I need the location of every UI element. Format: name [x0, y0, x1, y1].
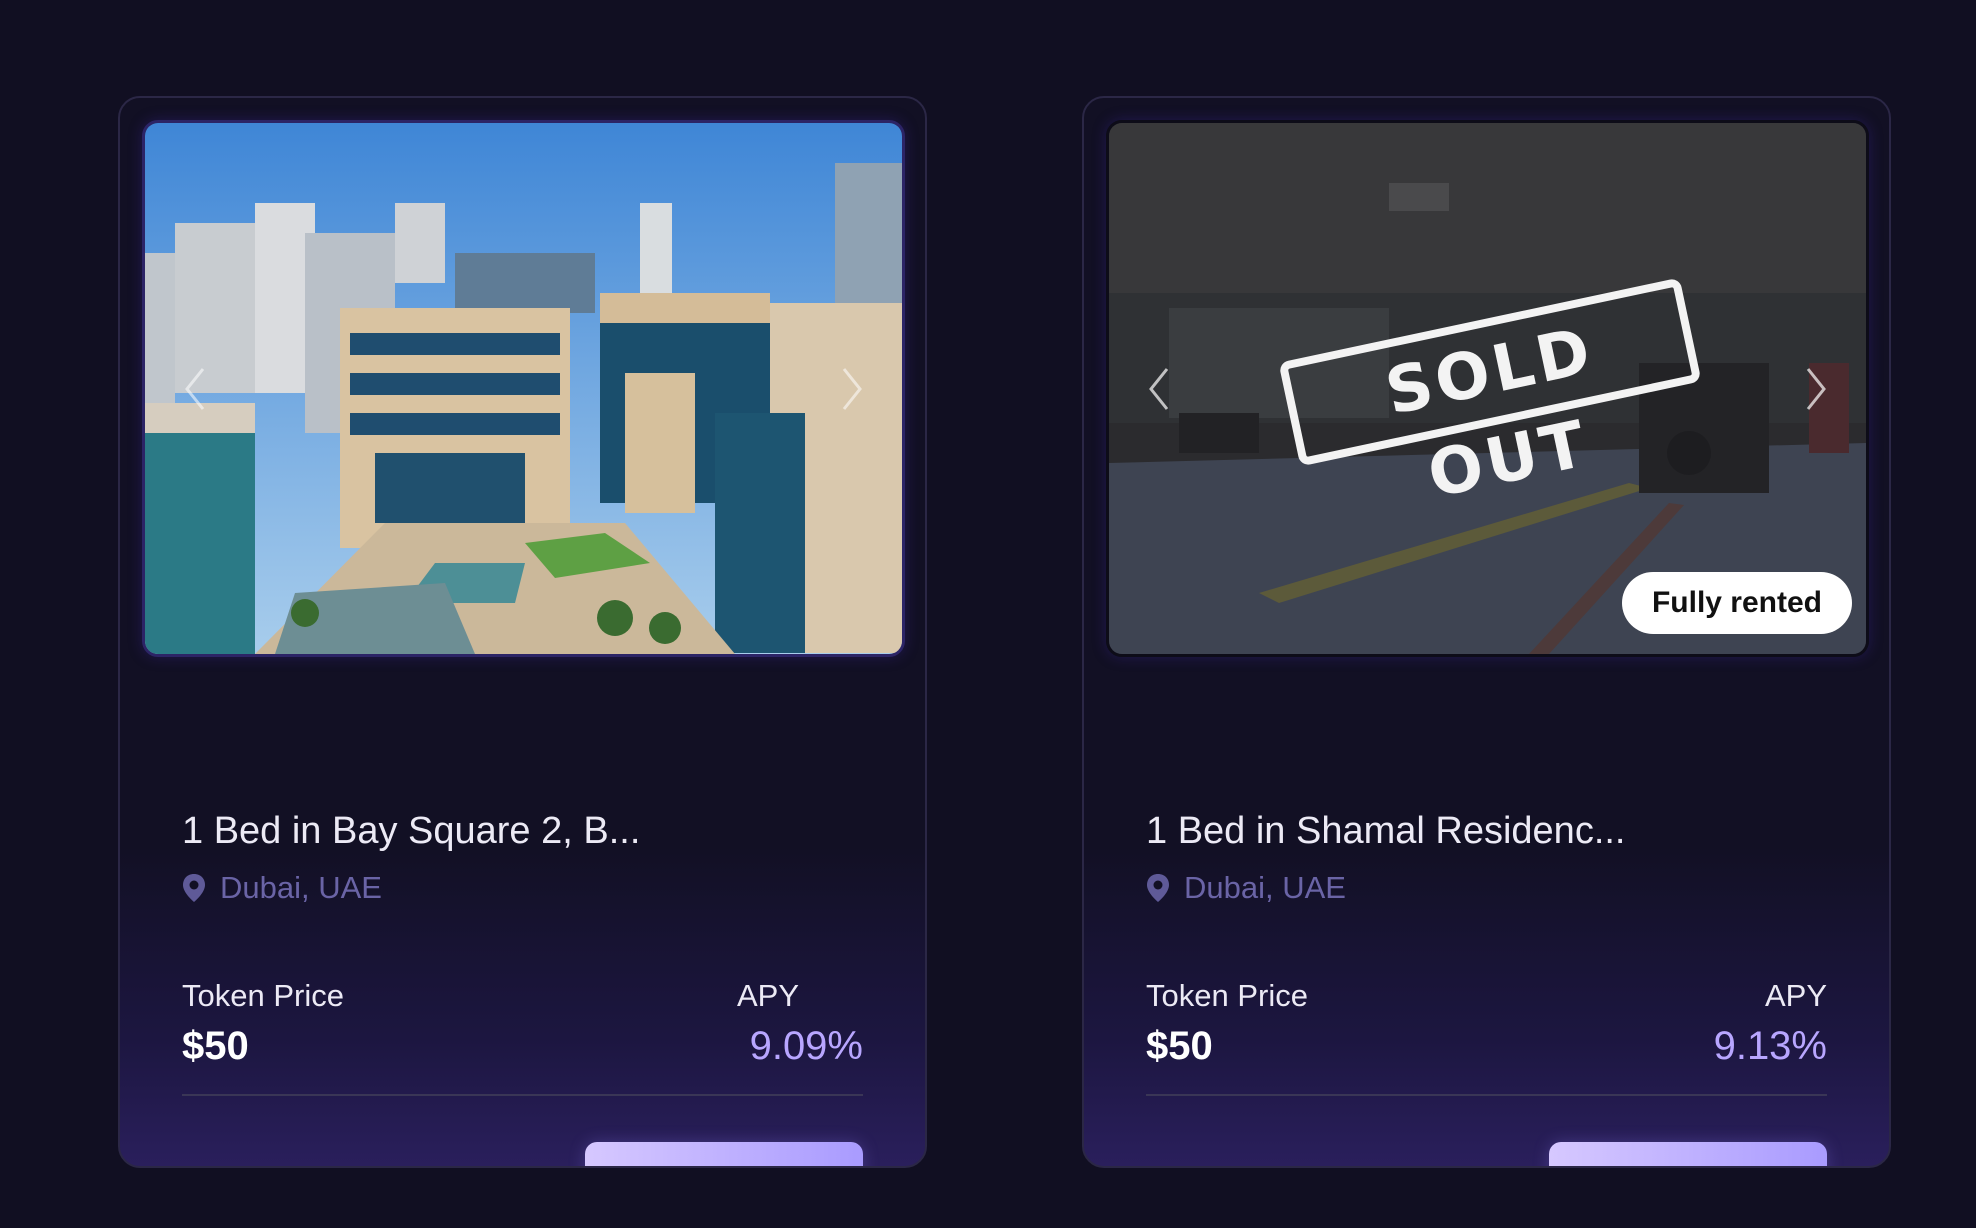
- token-price-label: Token Price: [1146, 978, 1308, 1013]
- apy-label: APY: [1764, 978, 1827, 1013]
- property-cards: 1 Bed in Bay Square 2, B... Dubai, UAE T…: [0, 0, 1976, 1228]
- view-details-button[interactable]: View Details: [585, 1142, 863, 1166]
- property-card[interactable]: 1 Bed in Bay Square 2, B... Dubai, UAE T…: [118, 96, 927, 1168]
- location-pin-icon: [1147, 874, 1169, 902]
- property-card[interactable]: SOLD OUT Fully rented 1 Bed in Shamal Re…: [1082, 96, 1891, 1168]
- divider: [1146, 1094, 1827, 1096]
- location-text: Dubai, UAE: [1184, 870, 1346, 905]
- location-pin-icon: [183, 874, 205, 902]
- token-price-label: Token Price: [182, 978, 344, 1013]
- divider: [182, 1094, 863, 1096]
- property-title: 1 Bed in Bay Square 2, B...: [182, 810, 641, 852]
- property-location: Dubai, UAE: [1146, 870, 1346, 906]
- token-price-value: $50: [1146, 1024, 1213, 1068]
- chevron-left-icon: [1149, 367, 1169, 410]
- property-title: 1 Bed in Shamal Residenc...: [1146, 810, 1626, 852]
- apy-value: 9.09%: [749, 1024, 863, 1068]
- property-image-carousel[interactable]: [142, 120, 905, 657]
- apy-value: 9.13%: [1713, 1024, 1827, 1068]
- chevron-right-icon: [1806, 367, 1826, 410]
- carousel-next-button[interactable]: [1796, 359, 1836, 419]
- property-photo: [145, 123, 902, 654]
- chevron-left-icon: [185, 367, 205, 410]
- carousel-next-button[interactable]: [832, 359, 872, 419]
- property-location: Dubai, UAE: [182, 870, 382, 906]
- fully-rented-badge: Fully rented: [1621, 572, 1852, 634]
- carousel-prev-button[interactable]: [175, 359, 215, 419]
- apy-label: APY: [736, 978, 799, 1013]
- location-text: Dubai, UAE: [220, 870, 382, 905]
- token-price-value: $50: [182, 1024, 249, 1068]
- property-image-carousel[interactable]: SOLD OUT Fully rented: [1106, 120, 1869, 657]
- chevron-right-icon: [842, 367, 862, 410]
- carousel-prev-button[interactable]: [1139, 359, 1179, 419]
- view-details-button[interactable]: View Details: [1549, 1142, 1827, 1166]
